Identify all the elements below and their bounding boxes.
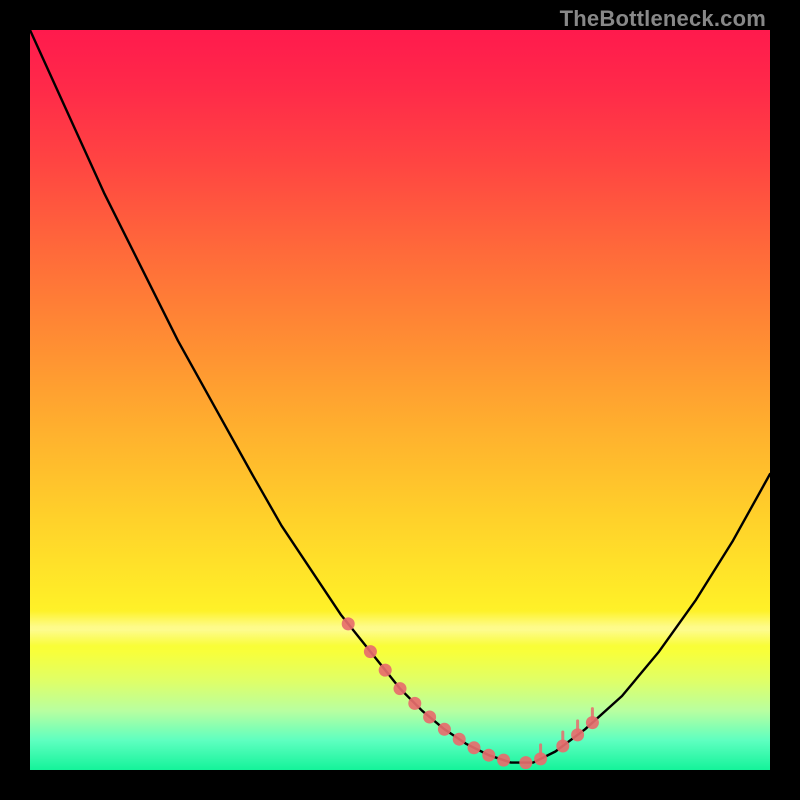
curve-marker-dot [438,723,451,736]
curve-marker-dot [394,682,407,695]
curve-marker-dots [342,617,599,769]
plot-area [30,30,770,770]
curve-marker-dot [364,645,377,658]
curve-marker-dot [408,697,421,710]
curve-marker-dot [453,733,466,746]
chart-stage: TheBottleneck.com [0,0,800,800]
curve-svg [30,30,770,770]
curve-marker-dot [519,756,532,769]
curve-marker-dot [379,664,392,677]
curve-marker-dot [497,754,510,767]
bottleneck-curve-path [30,30,770,763]
curve-marker-dot [342,617,355,630]
watermark-text: TheBottleneck.com [560,6,766,32]
curve-marker-dot [468,741,481,754]
curve-marker-dot [482,749,495,762]
curve-marker-dot [423,711,436,724]
